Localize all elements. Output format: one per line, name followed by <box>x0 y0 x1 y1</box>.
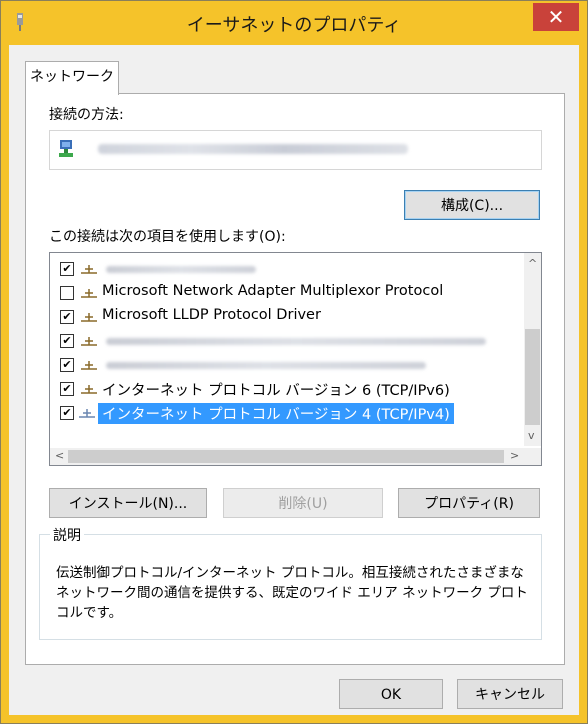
checkbox[interactable]: ✔ <box>60 406 74 420</box>
connection-label: 接続の方法: <box>49 107 124 123</box>
protocol-icon <box>81 361 97 370</box>
properties-dialog: イーサネットのプロパティ ✕ ネットワーク 接続の方法: 構成(C)... この… <box>0 0 588 724</box>
list-item[interactable]: ✔ <box>50 257 520 281</box>
protocol-icon <box>81 265 97 274</box>
close-button[interactable]: ✕ <box>533 3 579 31</box>
list-item[interactable]: Microsoft Network Adapter Multiplexor Pr… <box>50 281 520 305</box>
uninstall-button[interactable]: 削除(U) <box>223 488 383 518</box>
protocol-icon <box>81 289 97 298</box>
window-title: イーサネットのプロパティ <box>186 15 402 36</box>
configure-button[interactable]: 構成(C)... <box>404 190 540 220</box>
list-item[interactable]: ✔ インターネット プロトコル バージョン 6 (TCP/IPv6) <box>50 377 520 401</box>
adapter-field <box>49 130 542 170</box>
horizontal-scroll-thumb[interactable] <box>68 450 504 463</box>
description-group: 説明 伝送制御プロトコル/インターネット プロトコル。相互接続されたさまざまなネ… <box>39 525 542 640</box>
tab-panel: 接続の方法: 構成(C)... この接続は次の項目を使用します(O): ✔ Mi… <box>25 93 565 665</box>
tab-network[interactable]: ネットワーク <box>25 61 119 95</box>
list-item[interactable]: ✔ <box>50 329 520 353</box>
items-list[interactable]: ✔ Microsoft Network Adapter Multiplexor … <box>49 252 542 466</box>
scroll-right-arrow[interactable]: > <box>510 449 519 462</box>
list-item[interactable]: ✔ インターネット プロトコル バージョン 4 (TCP/IPv4) <box>50 401 520 425</box>
checkbox[interactable] <box>60 286 74 300</box>
item-label: インターネット プロトコル バージョン 6 (TCP/IPv6) <box>102 383 450 399</box>
protocol-icon <box>81 385 97 394</box>
item-label <box>106 362 426 369</box>
description-title: 説明 <box>50 525 84 545</box>
scroll-down-arrow[interactable]: v <box>528 429 535 442</box>
vertical-scrollbar[interactable]: ^ v <box>524 253 541 446</box>
description-text: 伝送制御プロトコル/インターネット プロトコル。相互接続されたさまざまなネットワ… <box>56 565 528 621</box>
scrollbar-corner <box>524 448 541 465</box>
item-label: インターネット プロトコル バージョン 4 (TCP/IPv4) <box>98 403 454 424</box>
protocol-icon <box>81 313 97 322</box>
checkbox[interactable]: ✔ <box>60 310 74 324</box>
scroll-left-arrow[interactable]: < <box>55 449 64 462</box>
item-label: Microsoft LLDP Protocol Driver <box>102 307 321 323</box>
checkbox[interactable]: ✔ <box>60 382 74 396</box>
title-bar[interactable]: イーサネットのプロパティ ✕ <box>1 1 587 45</box>
scroll-up-arrow[interactable]: ^ <box>528 257 537 270</box>
vertical-scroll-thumb[interactable] <box>525 329 540 425</box>
item-label: Microsoft Network Adapter Multiplexor Pr… <box>102 283 444 299</box>
client-area: ネットワーク 接続の方法: 構成(C)... この接続は次の項目を使用します(O… <box>9 45 579 715</box>
adapter-icon <box>59 140 73 157</box>
install-button[interactable]: インストール(N)... <box>49 488 207 518</box>
item-label <box>106 338 486 345</box>
checkbox[interactable]: ✔ <box>60 334 74 348</box>
checkbox[interactable]: ✔ <box>60 262 74 276</box>
ok-button[interactable]: OK <box>339 679 443 709</box>
protocol-icon <box>81 337 97 346</box>
items-label: この接続は次の項目を使用します(O): <box>49 229 286 245</box>
list-item[interactable]: ✔ <box>50 353 520 377</box>
item-label <box>106 266 256 273</box>
properties-button[interactable]: プロパティ(R) <box>398 488 540 518</box>
list-item[interactable]: ✔ Microsoft LLDP Protocol Driver <box>50 305 520 329</box>
horizontal-scrollbar[interactable]: < > <box>50 448 524 465</box>
adapter-name <box>98 144 408 154</box>
protocol-icon <box>79 409 95 418</box>
checkbox[interactable]: ✔ <box>60 358 74 372</box>
cancel-button[interactable]: キャンセル <box>457 679 563 709</box>
